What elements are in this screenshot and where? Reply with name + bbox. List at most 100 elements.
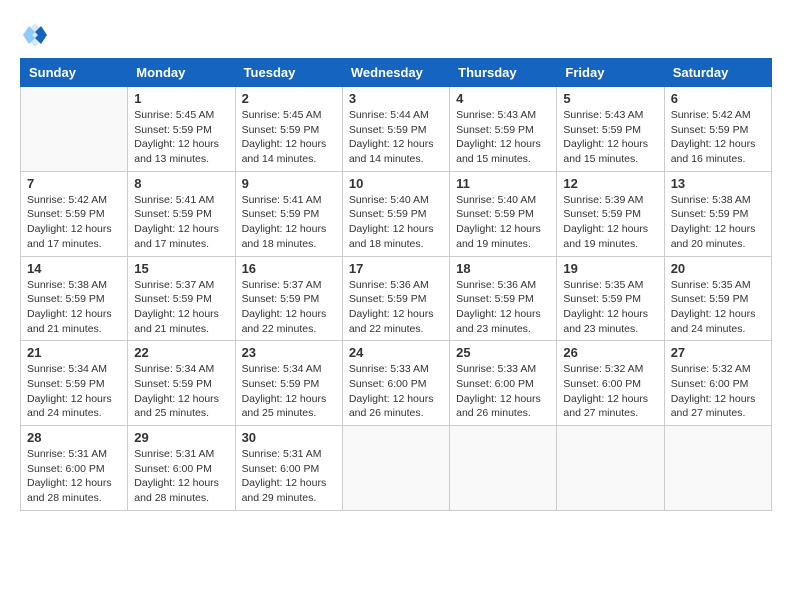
calendar-header-wednesday: Wednesday (342, 59, 449, 87)
day-number: 19 (563, 261, 657, 276)
day-number: 25 (456, 345, 550, 360)
day-number: 15 (134, 261, 228, 276)
day-info: Sunrise: 5:40 AMSunset: 5:59 PMDaylight:… (349, 193, 443, 252)
calendar-week-row: 21 Sunrise: 5:34 AMSunset: 5:59 PMDayligh… (21, 341, 772, 426)
calendar-cell: 21 Sunrise: 5:34 AMSunset: 5:59 PMDayligh… (21, 341, 128, 426)
calendar-header-monday: Monday (128, 59, 235, 87)
day-number: 7 (27, 176, 121, 191)
day-info: Sunrise: 5:43 AMSunset: 5:59 PMDaylight:… (563, 108, 657, 167)
calendar-header-thursday: Thursday (450, 59, 557, 87)
day-info: Sunrise: 5:45 AMSunset: 5:59 PMDaylight:… (134, 108, 228, 167)
calendar-cell: 8 Sunrise: 5:41 AMSunset: 5:59 PMDaylight… (128, 171, 235, 256)
day-number: 14 (27, 261, 121, 276)
calendar-cell (664, 426, 771, 511)
day-info: Sunrise: 5:37 AMSunset: 5:59 PMDaylight:… (134, 278, 228, 337)
day-info: Sunrise: 5:40 AMSunset: 5:59 PMDaylight:… (456, 193, 550, 252)
day-info: Sunrise: 5:36 AMSunset: 5:59 PMDaylight:… (456, 278, 550, 337)
day-info: Sunrise: 5:42 AMSunset: 5:59 PMDaylight:… (27, 193, 121, 252)
calendar-cell: 5 Sunrise: 5:43 AMSunset: 5:59 PMDaylight… (557, 87, 664, 172)
day-number: 18 (456, 261, 550, 276)
calendar-cell: 14 Sunrise: 5:38 AMSunset: 5:59 PMDayligh… (21, 256, 128, 341)
calendar-cell: 3 Sunrise: 5:44 AMSunset: 5:59 PMDaylight… (342, 87, 449, 172)
day-number: 30 (242, 430, 336, 445)
calendar-cell: 2 Sunrise: 5:45 AMSunset: 5:59 PMDaylight… (235, 87, 342, 172)
day-info: Sunrise: 5:31 AMSunset: 6:00 PMDaylight:… (134, 447, 228, 506)
day-number: 11 (456, 176, 550, 191)
day-info: Sunrise: 5:34 AMSunset: 5:59 PMDaylight:… (27, 362, 121, 421)
logo (20, 20, 54, 50)
day-number: 4 (456, 91, 550, 106)
calendar-cell (342, 426, 449, 511)
calendar-header-row: SundayMondayTuesdayWednesdayThursdayFrid… (21, 59, 772, 87)
day-number: 17 (349, 261, 443, 276)
day-number: 8 (134, 176, 228, 191)
calendar-cell: 9 Sunrise: 5:41 AMSunset: 5:59 PMDaylight… (235, 171, 342, 256)
calendar-cell (557, 426, 664, 511)
day-number: 12 (563, 176, 657, 191)
day-number: 27 (671, 345, 765, 360)
day-info: Sunrise: 5:45 AMSunset: 5:59 PMDaylight:… (242, 108, 336, 167)
day-info: Sunrise: 5:43 AMSunset: 5:59 PMDaylight:… (456, 108, 550, 167)
day-info: Sunrise: 5:42 AMSunset: 5:59 PMDaylight:… (671, 108, 765, 167)
day-number: 1 (134, 91, 228, 106)
calendar-cell: 18 Sunrise: 5:36 AMSunset: 5:59 PMDayligh… (450, 256, 557, 341)
calendar-cell (450, 426, 557, 511)
calendar-header-saturday: Saturday (664, 59, 771, 87)
day-number: 26 (563, 345, 657, 360)
calendar-cell: 25 Sunrise: 5:33 AMSunset: 6:00 PMDayligh… (450, 341, 557, 426)
calendar-header-friday: Friday (557, 59, 664, 87)
day-info: Sunrise: 5:32 AMSunset: 6:00 PMDaylight:… (671, 362, 765, 421)
day-number: 20 (671, 261, 765, 276)
page-header (20, 20, 772, 50)
calendar-cell: 29Sunrise: 5:31 AMSunset: 6:00 PMDayligh… (128, 426, 235, 511)
calendar-cell: 23 Sunrise: 5:34 AMSunset: 5:59 PMDayligh… (235, 341, 342, 426)
day-info: Sunrise: 5:37 AMSunset: 5:59 PMDaylight:… (242, 278, 336, 337)
day-info: Sunrise: 5:34 AMSunset: 5:59 PMDaylight:… (134, 362, 228, 421)
calendar-cell: 12 Sunrise: 5:39 AMSunset: 5:59 PMDayligh… (557, 171, 664, 256)
day-info: Sunrise: 5:36 AMSunset: 5:59 PMDaylight:… (349, 278, 443, 337)
calendar-week-row: 28Sunrise: 5:31 AMSunset: 6:00 PMDayligh… (21, 426, 772, 511)
day-info: Sunrise: 5:35 AMSunset: 5:59 PMDaylight:… (671, 278, 765, 337)
calendar-cell: 28Sunrise: 5:31 AMSunset: 6:00 PMDayligh… (21, 426, 128, 511)
day-number: 24 (349, 345, 443, 360)
calendar-cell: 11 Sunrise: 5:40 AMSunset: 5:59 PMDayligh… (450, 171, 557, 256)
calendar-cell: 26Sunrise: 5:32 AMSunset: 6:00 PMDayligh… (557, 341, 664, 426)
day-info: Sunrise: 5:33 AMSunset: 6:00 PMDaylight:… (456, 362, 550, 421)
calendar-cell: 16Sunrise: 5:37 AMSunset: 5:59 PMDayligh… (235, 256, 342, 341)
calendar-cell: 24 Sunrise: 5:33 AMSunset: 6:00 PMDayligh… (342, 341, 449, 426)
day-info: Sunrise: 5:35 AMSunset: 5:59 PMDaylight:… (563, 278, 657, 337)
day-info: Sunrise: 5:31 AMSunset: 6:00 PMDaylight:… (242, 447, 336, 506)
calendar-cell: 19 Sunrise: 5:35 AMSunset: 5:59 PMDayligh… (557, 256, 664, 341)
day-info: Sunrise: 5:33 AMSunset: 6:00 PMDaylight:… (349, 362, 443, 421)
calendar-cell: 30 Sunrise: 5:31 AMSunset: 6:00 PMDayligh… (235, 426, 342, 511)
calendar-header-sunday: Sunday (21, 59, 128, 87)
calendar-table: SundayMondayTuesdayWednesdayThursdayFrid… (20, 58, 772, 511)
calendar-cell: 7 Sunrise: 5:42 AMSunset: 5:59 PMDaylight… (21, 171, 128, 256)
calendar-week-row: 1 Sunrise: 5:45 AMSunset: 5:59 PMDaylight… (21, 87, 772, 172)
day-number: 22 (134, 345, 228, 360)
calendar-week-row: 14 Sunrise: 5:38 AMSunset: 5:59 PMDayligh… (21, 256, 772, 341)
day-number: 9 (242, 176, 336, 191)
day-info: Sunrise: 5:41 AMSunset: 5:59 PMDaylight:… (134, 193, 228, 252)
calendar-cell: 1 Sunrise: 5:45 AMSunset: 5:59 PMDaylight… (128, 87, 235, 172)
calendar-header-tuesday: Tuesday (235, 59, 342, 87)
day-info: Sunrise: 5:41 AMSunset: 5:59 PMDaylight:… (242, 193, 336, 252)
day-number: 2 (242, 91, 336, 106)
calendar-cell: 13Sunrise: 5:38 AMSunset: 5:59 PMDayligh… (664, 171, 771, 256)
day-number: 6 (671, 91, 765, 106)
day-number: 3 (349, 91, 443, 106)
calendar-cell: 6 Sunrise: 5:42 AMSunset: 5:59 PMDaylight… (664, 87, 771, 172)
day-info: Sunrise: 5:38 AMSunset: 5:59 PMDaylight:… (27, 278, 121, 337)
calendar-cell: 15 Sunrise: 5:37 AMSunset: 5:59 PMDayligh… (128, 256, 235, 341)
calendar-cell: 4 Sunrise: 5:43 AMSunset: 5:59 PMDaylight… (450, 87, 557, 172)
day-number: 5 (563, 91, 657, 106)
day-number: 21 (27, 345, 121, 360)
calendar-cell: 10 Sunrise: 5:40 AMSunset: 5:59 PMDayligh… (342, 171, 449, 256)
day-number: 23 (242, 345, 336, 360)
calendar-cell (21, 87, 128, 172)
day-number: 13 (671, 176, 765, 191)
day-info: Sunrise: 5:44 AMSunset: 5:59 PMDaylight:… (349, 108, 443, 167)
day-info: Sunrise: 5:39 AMSunset: 5:59 PMDaylight:… (563, 193, 657, 252)
day-number: 10 (349, 176, 443, 191)
day-info: Sunrise: 5:34 AMSunset: 5:59 PMDaylight:… (242, 362, 336, 421)
